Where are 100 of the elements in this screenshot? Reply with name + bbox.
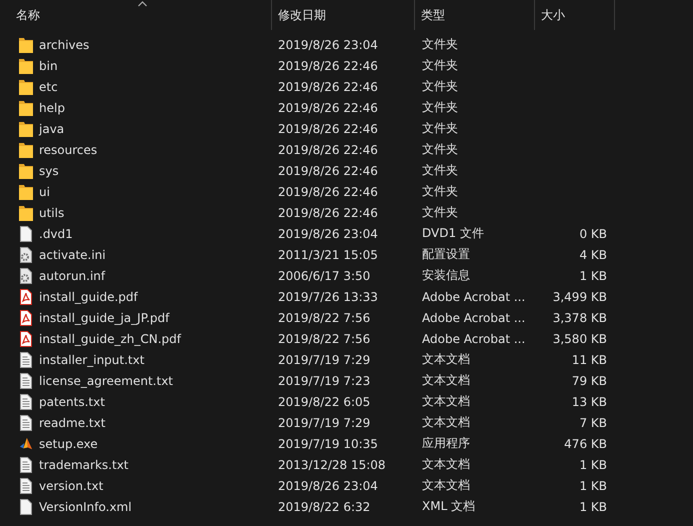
file-name[interactable]: java	[39, 122, 64, 136]
file-size: 1 KB	[579, 500, 607, 514]
file-name[interactable]: installer_input.txt	[39, 352, 144, 366]
file-type: 文件夹	[422, 79, 458, 93]
modified-date: 2019/8/26 22:46	[278, 184, 378, 198]
file-size: 3,378 KB	[552, 310, 607, 324]
file-name[interactable]: .dvd1	[39, 226, 73, 240]
file-size: 13 KB	[572, 394, 607, 408]
file-name[interactable]: sys	[39, 164, 59, 178]
file-type: 文件夹	[422, 58, 458, 72]
file-name[interactable]: bin	[39, 58, 58, 72]
modified-date: 2019/8/26 23:04	[278, 38, 378, 52]
modified-date: 2019/8/22 7:56	[278, 310, 370, 324]
file-type: 文件夹	[422, 142, 458, 156]
file-name[interactable]: setup.exe	[39, 436, 98, 450]
file-type: Adobe Acrobat ...	[422, 310, 526, 324]
file-size: 11 KB	[572, 352, 607, 366]
file-name[interactable]: trademarks.txt	[39, 458, 128, 472]
text-file-icon	[20, 456, 32, 472]
file-size: 3,499 KB	[552, 290, 607, 304]
modified-date: 2019/8/26 22:46	[278, 164, 378, 178]
file-type: 文本文档	[422, 415, 470, 429]
file-type: 应用程序	[422, 436, 470, 450]
folder-icon	[19, 204, 33, 220]
gear-file-icon	[20, 268, 32, 284]
text-file-icon	[20, 478, 32, 494]
pdf-file-icon	[20, 288, 32, 304]
file-type: 配置设置	[422, 247, 470, 261]
file-icon	[20, 226, 32, 242]
modified-date: 2019/8/26 23:04	[278, 478, 378, 492]
modified-date: 2019/8/26 22:46	[278, 206, 378, 220]
text-file-icon	[20, 394, 32, 410]
modified-date: 2011/3/21 15:05	[278, 248, 378, 262]
pdf-file-icon	[20, 310, 32, 326]
folder-icon	[19, 162, 33, 178]
file-name[interactable]: archives	[39, 38, 90, 52]
column-header[interactable]: 大小	[535, 0, 615, 30]
file-type: 文件夹	[422, 205, 458, 219]
file-name[interactable]: install_guide_ja_JP.pdf	[39, 310, 170, 324]
file-type: 文件夹	[422, 121, 458, 135]
file-name[interactable]: version.txt	[39, 478, 104, 492]
gear-file-icon	[20, 246, 32, 262]
file-size: 1 KB	[579, 268, 607, 282]
folder-icon	[19, 58, 33, 74]
file-type: 安装信息	[422, 268, 470, 282]
modified-date: 2019/7/26 13:33	[278, 290, 378, 304]
file-name[interactable]: license_agreement.txt	[39, 374, 174, 388]
file-type: 文件夹	[422, 37, 458, 51]
modified-date: 2019/8/26 22:46	[278, 80, 378, 94]
file-name[interactable]: patents.txt	[39, 394, 105, 408]
column-header[interactable]: 名称	[0, 0, 272, 30]
modified-date: 2019/8/26 23:04	[278, 226, 378, 240]
file-name[interactable]: autorun.inf	[39, 268, 106, 282]
modified-date: 2006/6/17 3:50	[278, 268, 370, 282]
modified-date: 2019/7/19 7:23	[278, 374, 370, 388]
sort-ascending-icon	[138, 1, 147, 7]
modified-date: 2019/8/22 7:56	[278, 332, 370, 346]
file-name[interactable]: ui	[39, 184, 50, 198]
folder-icon	[19, 142, 33, 158]
modified-date: 2019/7/19 10:35	[278, 436, 378, 450]
folder-icon	[19, 120, 33, 136]
app-icon	[19, 436, 33, 452]
file-size: 4 KB	[579, 248, 607, 262]
modified-date: 2019/8/22 6:05	[278, 394, 370, 408]
file-name[interactable]: VersionInfo.xml	[39, 500, 132, 514]
file-name[interactable]: resources	[39, 142, 98, 156]
file-icon	[20, 498, 32, 514]
pdf-file-icon	[20, 330, 32, 346]
modified-date: 2019/8/22 6:32	[278, 500, 370, 514]
modified-date: 2019/8/26 22:46	[278, 100, 378, 114]
file-size: 1 KB	[579, 458, 607, 472]
file-type: DVD1 文件	[422, 226, 484, 240]
file-name[interactable]: install_guide_zh_CN.pdf	[39, 332, 182, 346]
file-size: 0 KB	[579, 226, 607, 240]
file-size: 3,580 KB	[552, 332, 607, 346]
column-header[interactable]: 类型	[415, 0, 535, 30]
folder-icon	[19, 36, 33, 52]
text-file-icon	[20, 372, 32, 388]
file-type: 文本文档	[422, 457, 470, 471]
file-name[interactable]: etc	[39, 80, 58, 94]
file-type: 文本文档	[422, 478, 470, 492]
file-name[interactable]: help	[39, 100, 65, 114]
file-type: 文件夹	[422, 184, 458, 198]
file-name[interactable]: readme.txt	[39, 416, 106, 430]
file-name[interactable]: utils	[39, 206, 64, 220]
text-file-icon	[20, 414, 32, 430]
file-type: 文件夹	[422, 100, 458, 114]
text-file-icon	[20, 352, 32, 368]
file-type: Adobe Acrobat ...	[422, 332, 526, 346]
file-size: 7 KB	[579, 416, 607, 430]
modified-date: 2019/8/26 22:46	[278, 122, 378, 136]
file-name[interactable]: install_guide.pdf	[39, 290, 138, 304]
modified-date: 2019/8/26 22:46	[278, 142, 378, 156]
modified-date: 2019/8/26 22:46	[278, 58, 378, 72]
folder-icon	[19, 184, 33, 200]
modified-date: 2019/7/19 7:29	[278, 416, 370, 430]
file-type: 文本文档	[422, 373, 470, 387]
column-header[interactable]: 修改日期	[272, 0, 415, 30]
file-type: 文件夹	[422, 163, 458, 177]
file-name[interactable]: activate.ini	[39, 248, 106, 262]
